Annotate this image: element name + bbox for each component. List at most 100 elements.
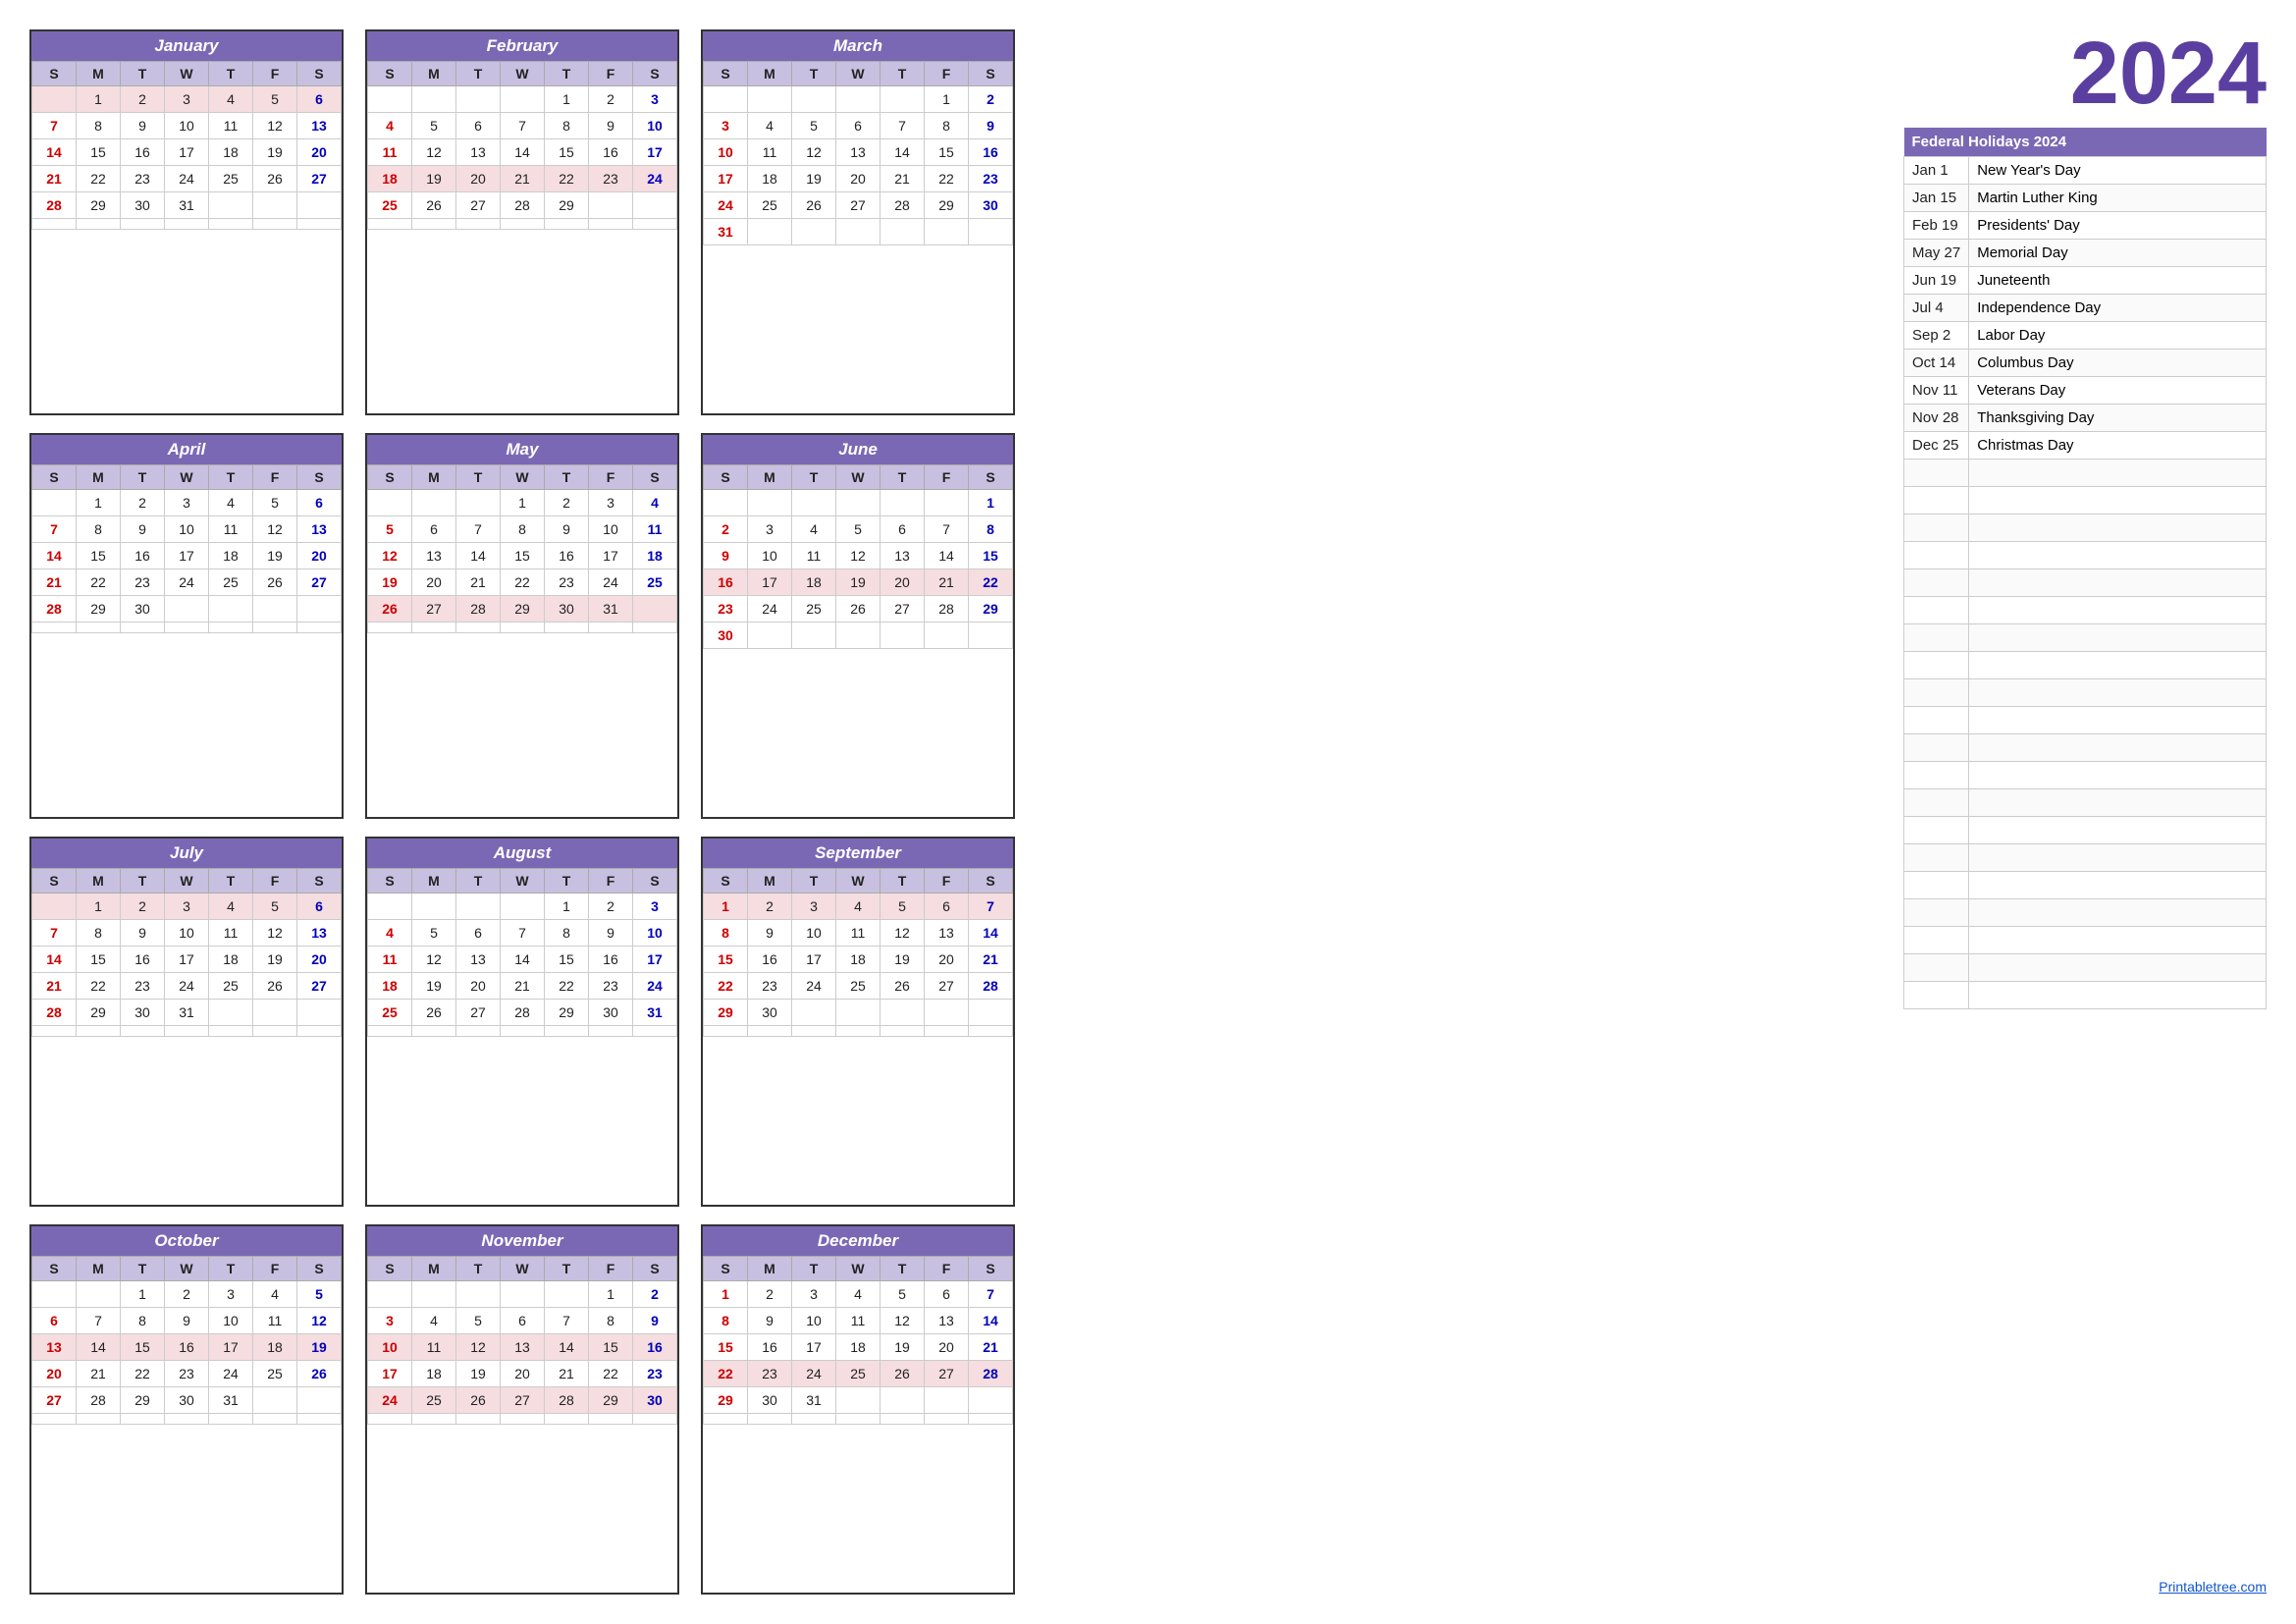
calendar-day: 31 <box>704 219 748 245</box>
calendar-day: 9 <box>121 516 165 543</box>
day-header: S <box>32 1257 77 1281</box>
calendar-day <box>589 192 633 219</box>
empty-row-cell <box>1904 652 1969 679</box>
calendar-day: 8 <box>77 920 121 947</box>
calendar-day: 29 <box>77 596 121 623</box>
calendar-day <box>165 623 209 633</box>
calendar-day: 21 <box>32 973 77 1000</box>
calendar-day: 26 <box>792 192 836 219</box>
calendar-day <box>209 596 253 623</box>
calendar-day: 25 <box>253 1361 297 1387</box>
calendar-day: 22 <box>545 973 589 1000</box>
calendar-day: 9 <box>121 113 165 139</box>
calendar-day: 3 <box>633 86 677 113</box>
calendar-day: 29 <box>545 192 589 219</box>
day-header: F <box>253 465 297 490</box>
calendar-day: 17 <box>748 569 792 596</box>
calendar-day: 11 <box>209 113 253 139</box>
month-header-june: June <box>703 435 1013 464</box>
calendar-day <box>881 219 925 245</box>
holiday-date: Nov 11 <box>1904 377 1969 405</box>
calendar-day: 5 <box>792 113 836 139</box>
calendar-day <box>412 1026 456 1037</box>
calendar-day: 17 <box>792 1334 836 1361</box>
calendar-day: 18 <box>748 166 792 192</box>
calendar-day: 16 <box>589 947 633 973</box>
calendar-day <box>792 623 836 649</box>
calendar-day: 4 <box>633 490 677 516</box>
calendar-day: 5 <box>253 86 297 113</box>
day-header: T <box>121 869 165 893</box>
day-header: F <box>253 62 297 86</box>
calendar-day: 25 <box>836 1361 881 1387</box>
calendar-day: 3 <box>704 113 748 139</box>
calendar-day: 20 <box>881 569 925 596</box>
calendar-day: 7 <box>969 893 1013 920</box>
calendar-day: 18 <box>836 1334 881 1361</box>
calendar-day: 5 <box>253 490 297 516</box>
calendar-day: 3 <box>368 1308 412 1334</box>
empty-row-cell <box>1969 927 2267 954</box>
calendar-day: 20 <box>456 166 501 192</box>
calendar-day: 22 <box>77 973 121 1000</box>
calendar-day: 26 <box>456 1387 501 1414</box>
calendar-day <box>704 490 748 516</box>
calendar-day <box>589 1414 633 1425</box>
calendar-day: 6 <box>456 113 501 139</box>
day-header: S <box>32 869 77 893</box>
calendar-day: 4 <box>836 1281 881 1308</box>
day-header: T <box>121 465 165 490</box>
day-header: S <box>32 465 77 490</box>
calendar-day <box>368 1414 412 1425</box>
month-april: AprilSMTWTFS1234567891011121314151617181… <box>29 433 344 819</box>
calendar-day: 24 <box>368 1387 412 1414</box>
calendar-day: 8 <box>925 113 969 139</box>
empty-row-cell <box>1969 542 2267 569</box>
calendar-day: 24 <box>792 973 836 1000</box>
calendar-day: 30 <box>165 1387 209 1414</box>
calendar-day <box>456 893 501 920</box>
month-december: DecemberSMTWTFS1234567891011121314151617… <box>701 1224 1015 1595</box>
calendar-day: 6 <box>925 893 969 920</box>
calendar-day: 24 <box>589 569 633 596</box>
empty-row-cell <box>1969 569 2267 597</box>
day-header: T <box>792 869 836 893</box>
footer-link[interactable]: Printabletree.com <box>1903 1559 2267 1595</box>
calendar-day: 16 <box>121 139 165 166</box>
calendar-day: 23 <box>589 166 633 192</box>
calendar-day: 4 <box>253 1281 297 1308</box>
calendar-day: 13 <box>456 139 501 166</box>
calendar-day <box>925 490 969 516</box>
calendar-day: 10 <box>704 139 748 166</box>
calendar-day <box>792 1414 836 1425</box>
day-header: F <box>589 465 633 490</box>
month-header-december: December <box>703 1226 1013 1256</box>
calendar-day: 15 <box>545 947 589 973</box>
calendar-day: 2 <box>121 893 165 920</box>
calendar-day: 22 <box>121 1361 165 1387</box>
calendar-day: 1 <box>969 490 1013 516</box>
month-header-january: January <box>31 31 342 61</box>
day-header: S <box>297 869 342 893</box>
calendar-day <box>589 219 633 230</box>
day-header: T <box>209 465 253 490</box>
holiday-date: Sep 2 <box>1904 322 1969 350</box>
calendar-day: 12 <box>412 139 456 166</box>
calendar-day: 25 <box>368 1000 412 1026</box>
calendar-day: 1 <box>501 490 545 516</box>
calendar-day: 21 <box>32 569 77 596</box>
empty-row-cell <box>1904 624 1969 652</box>
day-header: S <box>969 869 1013 893</box>
calendar-day: 19 <box>836 569 881 596</box>
calendar-day: 19 <box>792 166 836 192</box>
calendar-day: 20 <box>836 166 881 192</box>
calendar-day: 20 <box>412 569 456 596</box>
calendar-day <box>253 1026 297 1037</box>
day-header: S <box>633 465 677 490</box>
month-july: JulySMTWTFS12345678910111213141516171819… <box>29 837 344 1207</box>
calendar-day: 13 <box>456 947 501 973</box>
calendar-day <box>297 1000 342 1026</box>
calendar-day: 19 <box>368 569 412 596</box>
calendar-day: 12 <box>253 516 297 543</box>
calendar-day: 29 <box>969 596 1013 623</box>
